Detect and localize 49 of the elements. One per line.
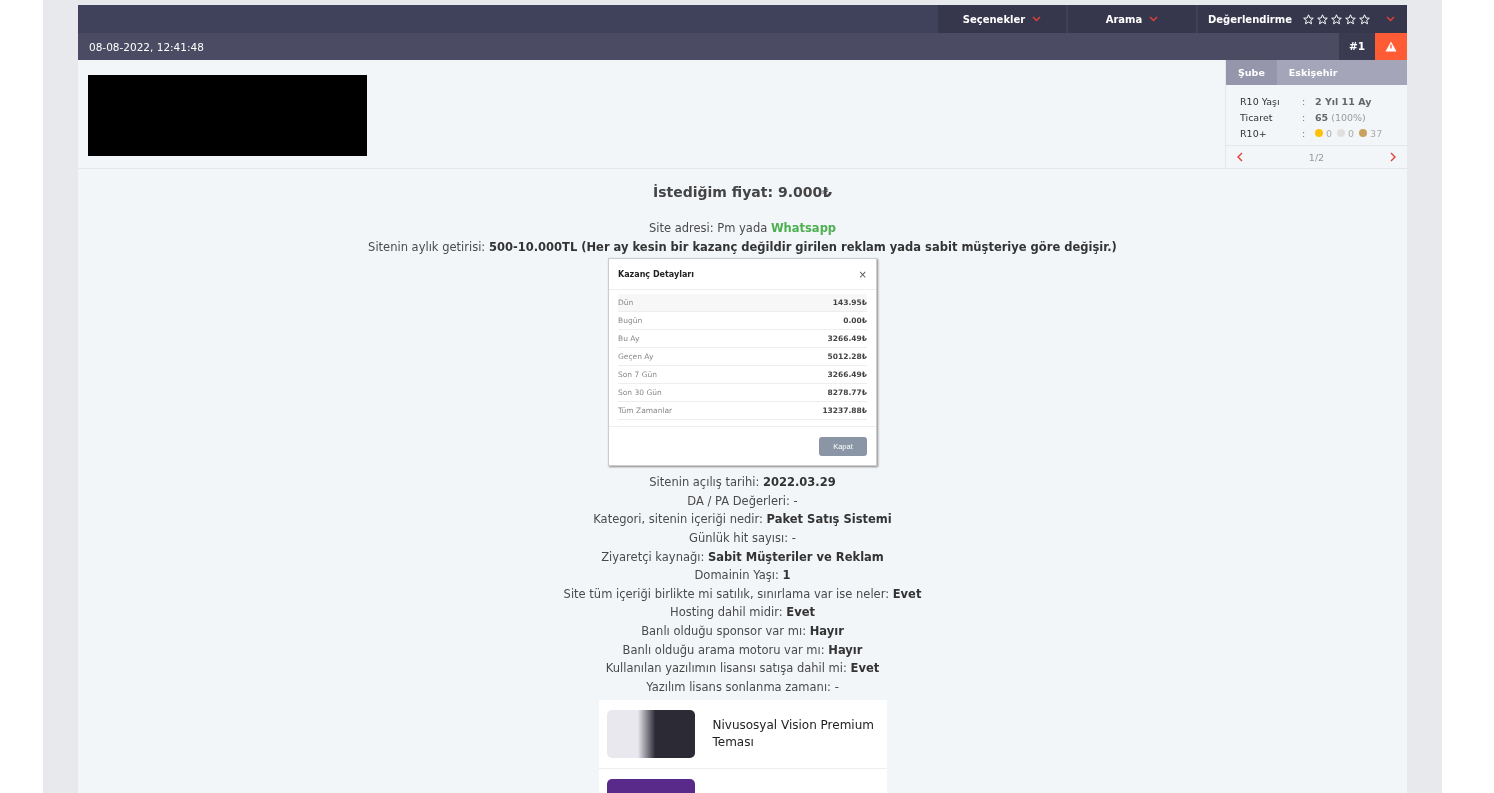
stat-label: R10 Yaşı bbox=[1240, 95, 1281, 107]
page-indicator: 1/2 bbox=[1308, 151, 1325, 163]
rating-label: Değerlendirme bbox=[1208, 13, 1292, 25]
star-icon bbox=[1345, 13, 1356, 25]
chevron-right-icon bbox=[1390, 152, 1397, 162]
post-number[interactable]: #1 bbox=[1338, 33, 1375, 60]
star-icon bbox=[1331, 13, 1342, 25]
dialog-title: Kazanç Detayları bbox=[618, 269, 694, 279]
star-icon bbox=[1359, 13, 1370, 25]
post-text: Ziyaretçi kaynağı: Sabit Müşteriler ve Reklam bbox=[601, 548, 884, 566]
stat-label: R10+ bbox=[1240, 127, 1268, 139]
report-button[interactable] bbox=[1375, 33, 1407, 60]
medal-count: 37 bbox=[1370, 127, 1383, 139]
post-title: İstediğim fiyat: 9.000₺ bbox=[653, 183, 832, 201]
post-text: Site adresi: Pm yada Whatsapp bbox=[648, 220, 837, 237]
stat-label: Ticaret bbox=[1240, 111, 1274, 123]
star-rating[interactable] bbox=[1303, 13, 1370, 25]
colon: : bbox=[1302, 95, 1307, 107]
rating-menu[interactable]: Değerlendirme bbox=[1198, 5, 1378, 33]
post-text: Sitenin açılış tarihi: 2022.03.29 bbox=[649, 474, 836, 492]
post-text: Kategori, sitenin içeriği nedir: Paket Satış Sistemi bbox=[593, 511, 892, 529]
post-text: Banlı olduğu sponsor var mı: Hayır bbox=[641, 622, 844, 640]
post-date: 08-08-2022, 12:41:48 bbox=[88, 40, 205, 53]
product-card[interactable]: Nivusosyal Vision Premium Teması bbox=[598, 700, 887, 769]
post-text: Yazılım lisans sonlanma zamanı: - bbox=[646, 678, 839, 696]
medal-count: 0 bbox=[1326, 127, 1333, 139]
caret-icon bbox=[1386, 16, 1395, 22]
star-icon bbox=[1303, 13, 1314, 25]
colon: : bbox=[1302, 127, 1307, 139]
caret-icon bbox=[1032, 16, 1042, 22]
caret-icon bbox=[1149, 16, 1159, 22]
post-text: Domainin Yaşı: 1 bbox=[694, 567, 791, 585]
close-button[interactable]: × bbox=[858, 268, 867, 280]
medal-count: 0 bbox=[1348, 127, 1355, 139]
chevron-left-icon bbox=[1236, 152, 1243, 162]
post-text: Banlı olduğu arama motoru var mı: Hayır bbox=[622, 641, 863, 659]
post-text: Kullanılan yazılımın lisansı satışa dahil mi: Evet bbox=[605, 660, 880, 678]
warning-icon bbox=[1385, 41, 1397, 52]
menu-button[interactable]: Arama bbox=[1068, 5, 1196, 33]
stat-value: 65 (100%) bbox=[1315, 111, 1366, 123]
post-text: DA / PA Değerleri: - bbox=[687, 492, 798, 510]
menu-button[interactable]: Seçenekler bbox=[938, 5, 1066, 33]
stat-value: 2 Yıl 11 Ay bbox=[1315, 95, 1372, 107]
colon: : bbox=[1302, 111, 1307, 123]
post-text: Site tüm içeriği birlikte mi satılık, sınırlama var ise neler: Evet bbox=[563, 585, 922, 603]
post-text: Günlük hit sayısı: - bbox=[689, 529, 796, 547]
post-text: Sitenin aylık getirisi: 500-10.000TL (Her ay kesin bir kazanç değildir girilen reklam yada sabit müşteriye göre değişir.) bbox=[368, 238, 1117, 256]
post-text: Hosting dahil midir: Evet bbox=[670, 604, 815, 622]
star-icon bbox=[1317, 13, 1328, 25]
